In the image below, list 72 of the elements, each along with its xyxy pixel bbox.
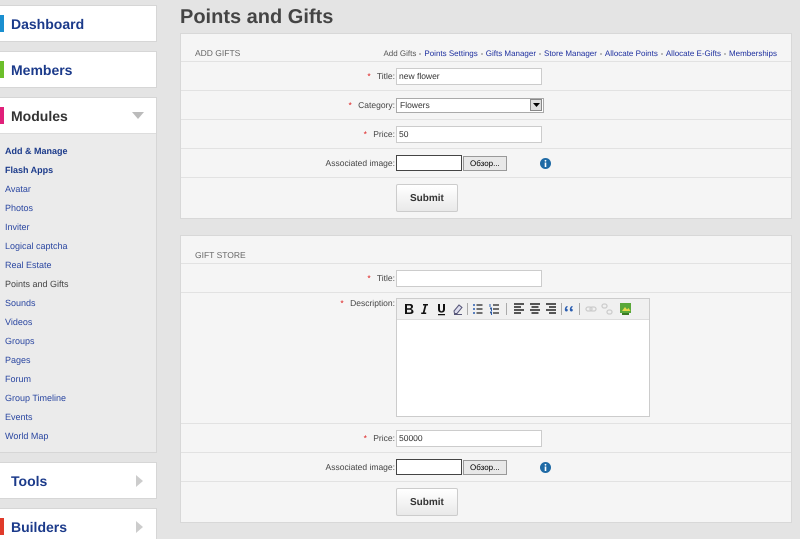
sidebar-heading-link[interactable]: Dashboard xyxy=(11,16,144,32)
tab-link[interactable]: Allocate E-Gifts xyxy=(666,49,721,58)
sidebar-link[interactable]: World Map xyxy=(5,427,48,446)
field-label: Price: xyxy=(373,129,395,139)
dropdown-arrow-icon xyxy=(532,103,540,107)
unlink-icon xyxy=(601,303,613,315)
sidebar-link[interactable]: Points and Gifts xyxy=(5,275,69,294)
field-label: Category: xyxy=(358,100,395,110)
sidebar-link[interactable]: Events xyxy=(5,408,33,427)
sidebar-link[interactable]: Avatar xyxy=(5,180,31,199)
sidebar-heading-link[interactable]: Tools xyxy=(11,472,136,488)
sidebar-link[interactable]: Real Estate xyxy=(5,256,52,275)
align-center-icon[interactable] xyxy=(529,303,541,314)
sidebar-link[interactable]: Pages xyxy=(5,351,31,370)
sidebar-link[interactable]: Forum xyxy=(5,370,32,389)
bullet-list-icon[interactable] xyxy=(473,304,484,314)
category-dropdown[interactable]: Flowers xyxy=(396,98,544,112)
align-left-icon[interactable] xyxy=(513,303,525,314)
sidebar-heading-link[interactable]: Members xyxy=(11,62,144,78)
submit-button[interactable]: Submit xyxy=(396,488,458,516)
field-label: Title: xyxy=(376,273,395,283)
blockquote-icon[interactable] xyxy=(564,306,573,312)
sidebar-link[interactable]: Add & Manage xyxy=(5,142,68,161)
browse-button[interactable]: Обзор... xyxy=(463,156,507,170)
tab-link[interactable]: Add Gifts xyxy=(383,49,416,58)
sidebar-link[interactable]: Flash Apps xyxy=(5,161,54,180)
tab-link[interactable]: Memberships xyxy=(728,49,777,58)
numbered-list-icon[interactable] xyxy=(490,304,500,316)
required-mark: * xyxy=(367,273,371,283)
file-path-field[interactable] xyxy=(396,459,462,475)
sidebar-link[interactable]: Sounds xyxy=(5,294,36,313)
tab-link[interactable]: Allocate Points xyxy=(604,49,658,58)
sidebar-link[interactable]: Videos xyxy=(5,313,32,332)
file-path-field[interactable] xyxy=(396,155,462,171)
info-icon[interactable] xyxy=(540,158,551,168)
required-mark: * xyxy=(364,129,367,139)
field-label: Description: xyxy=(350,298,395,308)
required-mark: * xyxy=(348,100,352,110)
link-icon xyxy=(585,306,597,312)
sidebar-link[interactable]: Group Timeline xyxy=(5,389,66,408)
input-field[interactable]: new flower xyxy=(396,68,542,84)
section-heading: GIFT STORE xyxy=(195,250,247,260)
input-field[interactable] xyxy=(396,270,542,286)
required-mark: * xyxy=(367,71,371,81)
info-icon[interactable] xyxy=(540,462,551,472)
tab-link[interactable]: Store Manager xyxy=(544,49,597,58)
field-label: Title: xyxy=(376,71,395,81)
input-field[interactable]: 50 xyxy=(396,126,542,142)
field-label: Associated image: xyxy=(326,158,395,168)
page-title: Points and Gifts xyxy=(180,6,334,30)
browse-button[interactable]: Обзор... xyxy=(463,460,507,474)
italic-icon[interactable] xyxy=(421,304,428,314)
eraser-icon[interactable] xyxy=(453,304,463,315)
underline-icon[interactable] xyxy=(438,304,445,316)
submit-button[interactable]: Submit xyxy=(396,184,458,212)
section-heading: ADD GIFTS xyxy=(195,48,242,58)
sidebar-link[interactable]: Photos xyxy=(5,199,34,218)
required-mark: * xyxy=(364,433,367,443)
bold-icon[interactable] xyxy=(405,304,414,314)
field-label: Associated image: xyxy=(326,462,395,472)
input-field[interactable]: 50000 xyxy=(396,430,542,446)
required-mark: * xyxy=(340,298,344,308)
sidebar-link[interactable]: Inviter xyxy=(5,218,30,237)
tab-link[interactable]: Points Settings xyxy=(424,49,478,58)
field-label: Price: xyxy=(373,433,395,443)
tab-link[interactable]: Gifts Manager xyxy=(486,49,536,58)
sidebar-link[interactable]: Logical captcha xyxy=(5,237,68,256)
sidebar-heading-link[interactable]: Builders xyxy=(11,518,136,534)
image-icon[interactable] xyxy=(620,303,631,315)
sidebar-heading-link[interactable]: Modules xyxy=(11,108,132,124)
align-right-icon[interactable] xyxy=(545,303,557,314)
sidebar-link[interactable]: Groups xyxy=(5,332,35,351)
